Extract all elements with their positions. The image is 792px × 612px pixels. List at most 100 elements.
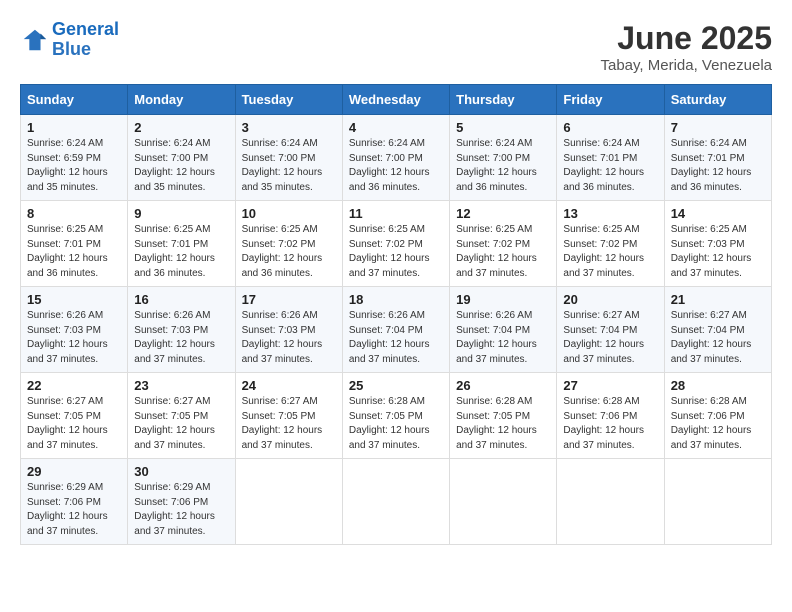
cell-details: Sunrise: 6:26 AMSunset: 7:03 PMDaylight:… xyxy=(134,310,215,365)
calendar-cell: 11 Sunrise: 6:25 AMSunset: 7:02 PMDaylig… xyxy=(342,201,449,287)
day-number: 24 xyxy=(242,378,336,393)
day-number: 2 xyxy=(134,120,228,135)
main-title: June 2025 xyxy=(601,20,773,57)
cell-details: Sunrise: 6:25 AMSunset: 7:01 PMDaylight:… xyxy=(134,224,215,279)
calendar-cell: 7 Sunrise: 6:24 AMSunset: 7:01 PMDayligh… xyxy=(664,115,771,201)
calendar-cell xyxy=(235,459,342,545)
calendar-cell: 1 Sunrise: 6:24 AMSunset: 6:59 PMDayligh… xyxy=(21,115,128,201)
day-number: 20 xyxy=(563,292,657,307)
cell-details: Sunrise: 6:24 AMSunset: 6:59 PMDaylight:… xyxy=(27,138,108,193)
calendar-cell: 5 Sunrise: 6:24 AMSunset: 7:00 PMDayligh… xyxy=(450,115,557,201)
day-number: 9 xyxy=(134,206,228,221)
calendar-table: Sunday Monday Tuesday Wednesday Thursday… xyxy=(20,84,772,545)
day-number: 15 xyxy=(27,292,121,307)
calendar-cell: 3 Sunrise: 6:24 AMSunset: 7:00 PMDayligh… xyxy=(235,115,342,201)
col-friday: Friday xyxy=(557,85,664,115)
calendar-cell xyxy=(342,459,449,545)
col-wednesday: Wednesday xyxy=(342,85,449,115)
calendar-cell: 9 Sunrise: 6:25 AMSunset: 7:01 PMDayligh… xyxy=(128,201,235,287)
cell-details: Sunrise: 6:24 AMSunset: 7:00 PMDaylight:… xyxy=(242,138,323,193)
calendar-cell: 14 Sunrise: 6:25 AMSunset: 7:03 PMDaylig… xyxy=(664,201,771,287)
logo-line2: Blue xyxy=(52,39,91,59)
day-number: 17 xyxy=(242,292,336,307)
day-number: 27 xyxy=(563,378,657,393)
title-block: June 2025 Tabay, Merida, Venezuela xyxy=(601,20,773,74)
cell-details: Sunrise: 6:24 AMSunset: 7:00 PMDaylight:… xyxy=(349,138,430,193)
cell-details: Sunrise: 6:25 AMSunset: 7:02 PMDaylight:… xyxy=(456,224,537,279)
cell-details: Sunrise: 6:27 AMSunset: 7:04 PMDaylight:… xyxy=(671,310,752,365)
cell-details: Sunrise: 6:25 AMSunset: 7:03 PMDaylight:… xyxy=(671,224,752,279)
subtitle: Tabay, Merida, Venezuela xyxy=(601,57,773,74)
cell-details: Sunrise: 6:24 AMSunset: 7:01 PMDaylight:… xyxy=(671,138,752,193)
cell-details: Sunrise: 6:26 AMSunset: 7:04 PMDaylight:… xyxy=(456,310,537,365)
page: General Blue June 2025 Tabay, Merida, Ve… xyxy=(20,20,772,545)
day-number: 30 xyxy=(134,464,228,479)
header: General Blue June 2025 Tabay, Merida, Ve… xyxy=(20,20,772,74)
day-number: 25 xyxy=(349,378,443,393)
col-sunday: Sunday xyxy=(21,85,128,115)
day-number: 22 xyxy=(27,378,121,393)
day-number: 16 xyxy=(134,292,228,307)
cell-details: Sunrise: 6:29 AMSunset: 7:06 PMDaylight:… xyxy=(27,482,108,537)
col-tuesday: Tuesday xyxy=(235,85,342,115)
cell-details: Sunrise: 6:25 AMSunset: 7:01 PMDaylight:… xyxy=(27,224,108,279)
calendar-cell: 2 Sunrise: 6:24 AMSunset: 7:00 PMDayligh… xyxy=(128,115,235,201)
calendar-week-5: 29 Sunrise: 6:29 AMSunset: 7:06 PMDaylig… xyxy=(21,459,772,545)
cell-details: Sunrise: 6:27 AMSunset: 7:05 PMDaylight:… xyxy=(242,396,323,451)
day-number: 29 xyxy=(27,464,121,479)
calendar-cell: 12 Sunrise: 6:25 AMSunset: 7:02 PMDaylig… xyxy=(450,201,557,287)
day-number: 19 xyxy=(456,292,550,307)
day-number: 21 xyxy=(671,292,765,307)
calendar-cell: 6 Sunrise: 6:24 AMSunset: 7:01 PMDayligh… xyxy=(557,115,664,201)
cell-details: Sunrise: 6:26 AMSunset: 7:03 PMDaylight:… xyxy=(242,310,323,365)
calendar-cell: 4 Sunrise: 6:24 AMSunset: 7:00 PMDayligh… xyxy=(342,115,449,201)
calendar-cell: 23 Sunrise: 6:27 AMSunset: 7:05 PMDaylig… xyxy=(128,373,235,459)
cell-details: Sunrise: 6:26 AMSunset: 7:04 PMDaylight:… xyxy=(349,310,430,365)
day-number: 13 xyxy=(563,206,657,221)
logo-text: General Blue xyxy=(52,20,119,60)
calendar-cell: 8 Sunrise: 6:25 AMSunset: 7:01 PMDayligh… xyxy=(21,201,128,287)
calendar-cell: 15 Sunrise: 6:26 AMSunset: 7:03 PMDaylig… xyxy=(21,287,128,373)
calendar-header-row: Sunday Monday Tuesday Wednesday Thursday… xyxy=(21,85,772,115)
col-monday: Monday xyxy=(128,85,235,115)
day-number: 6 xyxy=(563,120,657,135)
calendar-cell: 16 Sunrise: 6:26 AMSunset: 7:03 PMDaylig… xyxy=(128,287,235,373)
cell-details: Sunrise: 6:24 AMSunset: 7:00 PMDaylight:… xyxy=(456,138,537,193)
cell-details: Sunrise: 6:26 AMSunset: 7:03 PMDaylight:… xyxy=(27,310,108,365)
logo-line1: General xyxy=(52,19,119,39)
cell-details: Sunrise: 6:28 AMSunset: 7:06 PMDaylight:… xyxy=(671,396,752,451)
day-number: 3 xyxy=(242,120,336,135)
calendar-week-2: 8 Sunrise: 6:25 AMSunset: 7:01 PMDayligh… xyxy=(21,201,772,287)
calendar-cell: 29 Sunrise: 6:29 AMSunset: 7:06 PMDaylig… xyxy=(21,459,128,545)
calendar-cell: 17 Sunrise: 6:26 AMSunset: 7:03 PMDaylig… xyxy=(235,287,342,373)
cell-details: Sunrise: 6:27 AMSunset: 7:05 PMDaylight:… xyxy=(27,396,108,451)
calendar-cell xyxy=(664,459,771,545)
calendar-cell: 10 Sunrise: 6:25 AMSunset: 7:02 PMDaylig… xyxy=(235,201,342,287)
cell-details: Sunrise: 6:24 AMSunset: 7:00 PMDaylight:… xyxy=(134,138,215,193)
calendar-week-3: 15 Sunrise: 6:26 AMSunset: 7:03 PMDaylig… xyxy=(21,287,772,373)
day-number: 11 xyxy=(349,206,443,221)
day-number: 28 xyxy=(671,378,765,393)
day-number: 10 xyxy=(242,206,336,221)
calendar-week-1: 1 Sunrise: 6:24 AMSunset: 6:59 PMDayligh… xyxy=(21,115,772,201)
cell-details: Sunrise: 6:25 AMSunset: 7:02 PMDaylight:… xyxy=(242,224,323,279)
day-number: 7 xyxy=(671,120,765,135)
calendar-cell: 21 Sunrise: 6:27 AMSunset: 7:04 PMDaylig… xyxy=(664,287,771,373)
calendar-cell: 26 Sunrise: 6:28 AMSunset: 7:05 PMDaylig… xyxy=(450,373,557,459)
day-number: 18 xyxy=(349,292,443,307)
day-number: 12 xyxy=(456,206,550,221)
calendar-week-4: 22 Sunrise: 6:27 AMSunset: 7:05 PMDaylig… xyxy=(21,373,772,459)
calendar-cell: 13 Sunrise: 6:25 AMSunset: 7:02 PMDaylig… xyxy=(557,201,664,287)
day-number: 8 xyxy=(27,206,121,221)
calendar-cell: 19 Sunrise: 6:26 AMSunset: 7:04 PMDaylig… xyxy=(450,287,557,373)
cell-details: Sunrise: 6:27 AMSunset: 7:05 PMDaylight:… xyxy=(134,396,215,451)
logo: General Blue xyxy=(20,20,119,60)
calendar-cell xyxy=(557,459,664,545)
col-thursday: Thursday xyxy=(450,85,557,115)
day-number: 14 xyxy=(671,206,765,221)
cell-details: Sunrise: 6:24 AMSunset: 7:01 PMDaylight:… xyxy=(563,138,644,193)
calendar-cell: 24 Sunrise: 6:27 AMSunset: 7:05 PMDaylig… xyxy=(235,373,342,459)
day-number: 5 xyxy=(456,120,550,135)
calendar-cell: 18 Sunrise: 6:26 AMSunset: 7:04 PMDaylig… xyxy=(342,287,449,373)
calendar-cell: 22 Sunrise: 6:27 AMSunset: 7:05 PMDaylig… xyxy=(21,373,128,459)
